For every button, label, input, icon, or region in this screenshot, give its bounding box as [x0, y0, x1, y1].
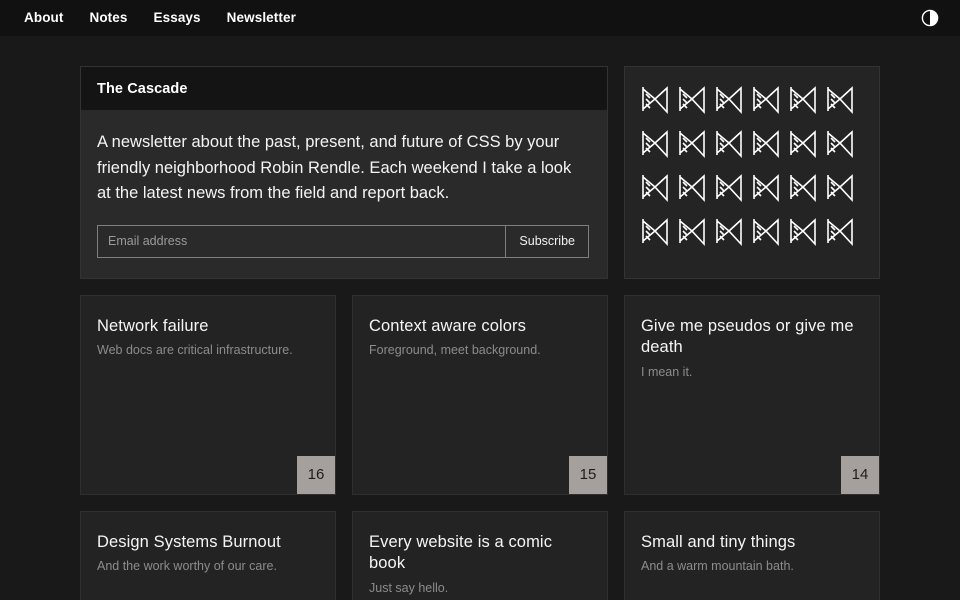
theme-toggle-button[interactable]: [920, 8, 940, 28]
top-navigation: About Notes Essays Newsletter: [0, 0, 960, 36]
subscribe-button[interactable]: Subscribe: [505, 226, 588, 257]
newsletter-description: A newsletter about the past, present, an…: [97, 130, 572, 207]
article-title: Small and tiny things: [641, 532, 863, 553]
nav-link-about[interactable]: About: [24, 10, 63, 25]
nav-link-essays[interactable]: Essays: [154, 10, 201, 25]
article-subtitle: And the work worthy of our care.: [97, 558, 319, 576]
nav-link-notes[interactable]: Notes: [89, 10, 127, 25]
article-title: Give me pseudos or give me death: [641, 316, 863, 359]
article-subtitle: Foreground, meet background.: [369, 342, 591, 360]
article-card[interactable]: Give me pseudos or give me death I mean …: [624, 295, 880, 495]
issue-number-badge: 14: [841, 456, 879, 494]
nav-item-notes[interactable]: Notes: [89, 9, 127, 27]
article-subtitle: Just say hello.: [369, 580, 591, 598]
article-subtitle: I mean it.: [641, 364, 863, 382]
issue-number-badge: 15: [569, 456, 607, 494]
content-grid: The Cascade A newsletter about the past,…: [80, 66, 880, 600]
article-card[interactable]: Design Systems Burnout And the work wort…: [80, 511, 336, 600]
email-input[interactable]: [98, 226, 505, 257]
subscribe-form: Subscribe: [97, 225, 589, 258]
newsletter-header: The Cascade: [81, 67, 607, 110]
decorative-pattern-card: [624, 66, 880, 279]
newsletter-card: The Cascade A newsletter about the past,…: [80, 66, 608, 279]
page-content: The Cascade A newsletter about the past,…: [0, 36, 960, 600]
article-card[interactable]: Context aware colors Foreground, meet ba…: [352, 295, 608, 495]
article-title: Context aware colors: [369, 316, 591, 337]
nav-item-essays[interactable]: Essays: [154, 9, 201, 27]
newsletter-body: A newsletter about the past, present, an…: [81, 110, 607, 278]
article-subtitle: Web docs are critical infrastructure.: [97, 342, 319, 360]
nav-item-newsletter[interactable]: Newsletter: [227, 9, 296, 27]
article-title: Design Systems Burnout: [97, 532, 319, 553]
article-card[interactable]: Every website is a comic book Just say h…: [352, 511, 608, 600]
newsletter-title: The Cascade: [97, 81, 591, 97]
zigzag-bowtie-pattern-icon: [637, 83, 869, 261]
article-title: Network failure: [97, 316, 319, 337]
article-card[interactable]: Network failure Web docs are critical in…: [80, 295, 336, 495]
article-title: Every website is a comic book: [369, 532, 591, 575]
nav-item-about[interactable]: About: [24, 9, 63, 27]
article-subtitle: And a warm mountain bath.: [641, 558, 863, 576]
nav-link-list: About Notes Essays Newsletter: [24, 9, 296, 27]
contrast-icon: [921, 9, 939, 27]
nav-link-newsletter[interactable]: Newsletter: [227, 10, 296, 25]
article-card[interactable]: Small and tiny things And a warm mountai…: [624, 511, 880, 600]
issue-number-badge: 16: [297, 456, 335, 494]
